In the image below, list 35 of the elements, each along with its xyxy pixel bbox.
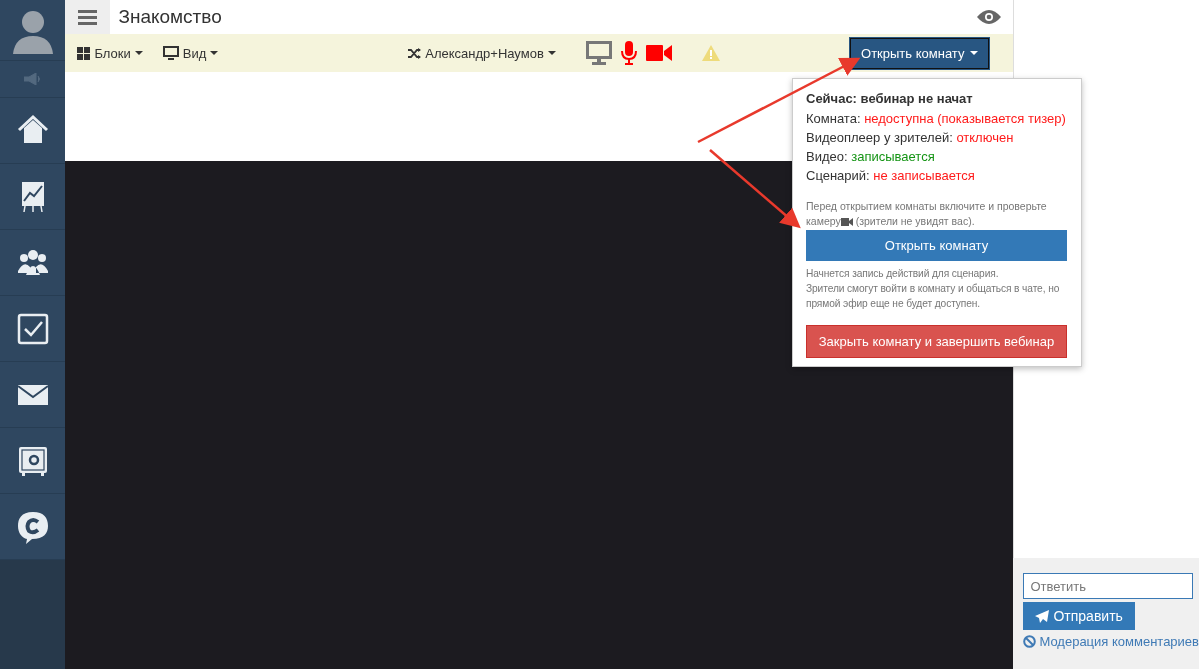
open-room-dropdown[interactable]: Открыть комнату: [850, 37, 990, 69]
status-value: недоступна (показывается тизер): [864, 111, 1066, 126]
paper-plane-icon: [1035, 609, 1050, 623]
eye-icon[interactable]: [977, 9, 1002, 25]
status-label: Сценарий:: [806, 168, 870, 183]
status-label: Комната:: [806, 111, 861, 126]
send-button[interactable]: Отправить: [1023, 602, 1135, 630]
grid-icon: [77, 46, 91, 60]
video-camera-icon[interactable]: [645, 44, 672, 62]
hint-text: камеру: [806, 214, 841, 229]
menu-icon: [78, 9, 98, 25]
status-heading: Сейчас: вебинар не начат: [806, 91, 974, 106]
shuffle-icon: [408, 47, 422, 59]
status-label: Видеоплеер у зрителей:: [806, 130, 953, 145]
open-room-button[interactable]: Открыть комнату: [806, 230, 1067, 261]
moderation-link[interactable]: Модерация комментариев: [1039, 634, 1199, 649]
view-dropdown[interactable]: Вид: [162, 45, 219, 61]
page-title: Знакомство: [118, 6, 223, 28]
status-value: записывается: [851, 149, 935, 164]
blocks-dropdown[interactable]: Блоки: [77, 45, 143, 61]
monitor-icon: [162, 46, 179, 60]
hint-text: Перед открытием комнаты включите и проверьте: [806, 199, 1047, 214]
screen-icon[interactable]: [585, 41, 612, 65]
speaker-dropdown[interactable]: Александр+Наумов: [408, 45, 556, 61]
note-text: Начнется запись действий для сценария. Зрители смогут войти в комнату и общаться в чате, но прямой эфир еще не будет доступен.: [806, 267, 1061, 311]
ban-icon: [1023, 635, 1037, 648]
microphone-icon[interactable]: [619, 41, 638, 65]
status-label: Видео:: [806, 149, 848, 164]
status-value: отключен: [956, 130, 1014, 145]
reply-field[interactable]: Ответить: [1023, 573, 1194, 599]
hint-text: (зрители не увидят вас).: [855, 214, 975, 229]
menu-button[interactable]: [65, 0, 111, 34]
video-camera-icon: [840, 217, 853, 226]
status-value: не записывается: [873, 168, 975, 183]
close-room-button[interactable]: Закрыть комнату и завершить вебинар: [806, 325, 1067, 358]
